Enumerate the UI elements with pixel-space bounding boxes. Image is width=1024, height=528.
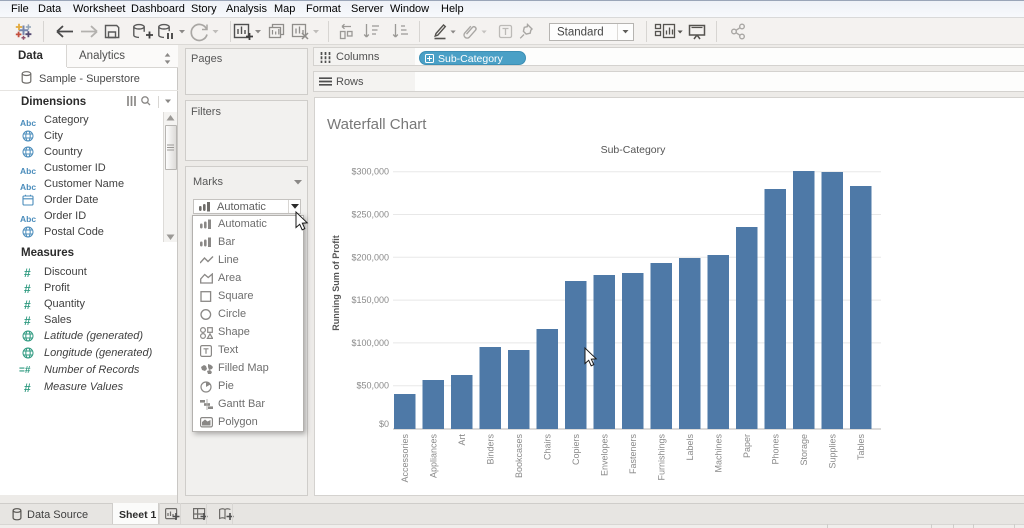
svg-text:Supplies: Supplies [828,434,838,469]
svg-text:Paper: Paper [742,434,752,458]
svg-text:Running Sum of Profit: Running Sum of Profit [331,235,341,330]
svg-text:Storage: Storage [799,434,809,466]
svg-text:Machines: Machines [714,434,724,473]
svg-text:Envelopes: Envelopes [600,434,610,477]
svg-text:Labels: Labels [685,434,695,461]
svg-text:Phones: Phones [771,434,781,465]
svg-text:Bookcases: Bookcases [514,434,524,479]
svg-text:Binders: Binders [486,434,496,465]
svg-text:$250,000: $250,000 [351,210,389,220]
svg-text:Accessories: Accessories [400,434,410,483]
svg-text:Appliances: Appliances [429,434,439,479]
svg-text:$150,000: $150,000 [351,295,389,305]
svg-text:$100,000: $100,000 [351,338,389,348]
svg-text:Copiers: Copiers [571,434,581,466]
svg-text:Art: Art [457,434,467,446]
svg-text:$0: $0 [379,419,389,429]
svg-text:Chairs: Chairs [543,434,553,461]
svg-text:Furnishings: Furnishings [657,434,667,481]
svg-text:Tables: Tables [856,434,866,461]
svg-text:$50,000: $50,000 [356,381,389,391]
svg-text:Fasteners: Fasteners [628,434,638,475]
svg-text:$200,000: $200,000 [351,252,389,262]
svg-text:$300,000: $300,000 [351,167,389,177]
svg-text:Sub-Category: Sub-Category [601,144,667,156]
